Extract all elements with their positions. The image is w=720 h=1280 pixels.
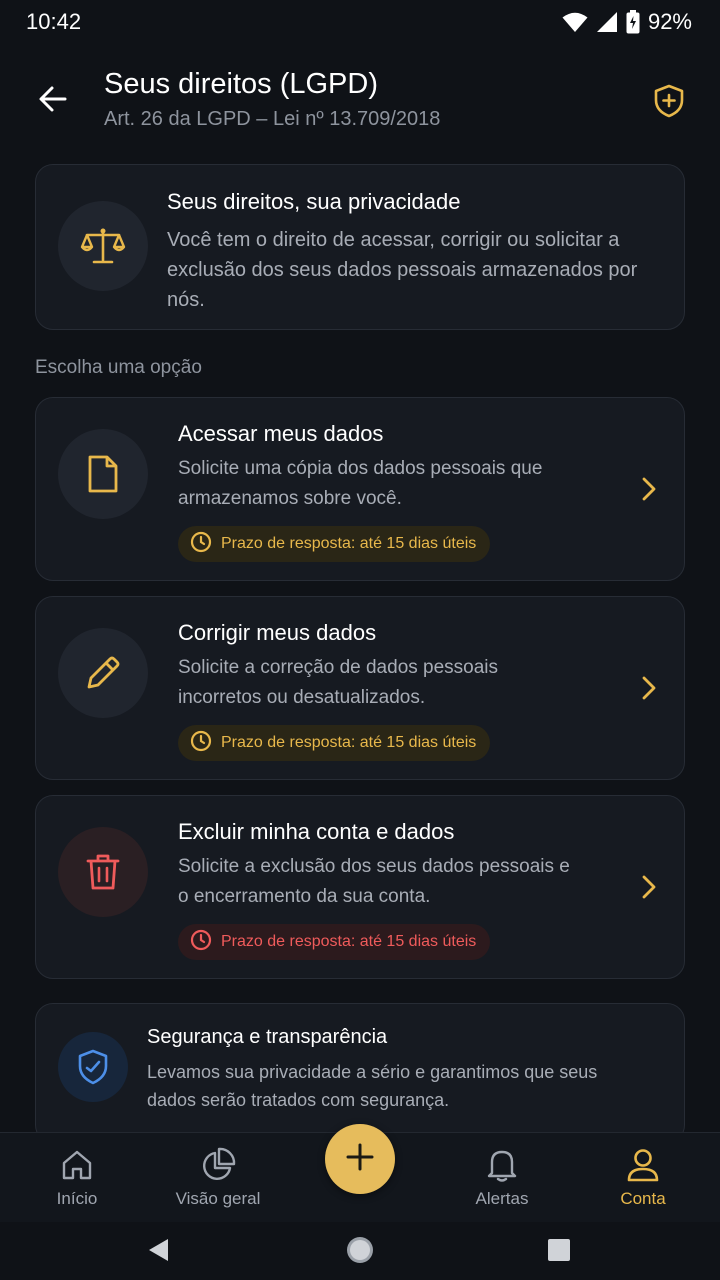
system-nav-bar <box>0 1222 720 1280</box>
battery-percent: 92% <box>647 9 692 34</box>
shield-plus-icon <box>646 78 692 124</box>
system-back-button[interactable] <box>138 1232 178 1272</box>
add-button[interactable] <box>325 1124 395 1194</box>
option-access-data[interactable]: Acessar meus dados Solicite uma cópia do… <box>35 397 685 581</box>
badge-text: Prazo de resposta: até 15 dias úteis <box>221 535 477 552</box>
section-label: Escolha uma opção <box>35 357 202 378</box>
intro-title: Seus direitos, sua privacidade <box>167 189 461 214</box>
nav-item-alerts[interactable]: Alertas <box>442 1133 562 1223</box>
badge-text: Prazo de resposta: até 15 dias úteis <box>221 734 477 751</box>
nav-item-home[interactable]: Início <box>17 1133 137 1223</box>
badge-text: Prazo de resposta: até 15 dias úteis <box>221 933 477 950</box>
arrow-left-icon <box>38 84 68 119</box>
page-title: Seus direitos (LGPD) <box>104 68 378 100</box>
back-button[interactable] <box>30 78 76 124</box>
scale-icon <box>58 201 148 291</box>
intro-card: Seus direitos, sua privacidade Você tem … <box>35 164 685 330</box>
nav-label: Alertas <box>475 1189 529 1208</box>
option-title: Excluir minha conta e dados <box>178 819 455 844</box>
home-icon <box>59 1147 95 1183</box>
trash-icon <box>58 827 148 917</box>
system-recents-button[interactable] <box>539 1232 579 1272</box>
clock-icon <box>190 531 212 558</box>
nav-item-account[interactable]: Conta <box>583 1133 703 1223</box>
pie-chart-icon <box>200 1147 236 1183</box>
security-card: Segurança e transparência Levamos sua pr… <box>35 1003 685 1143</box>
square-recents-icon <box>547 1238 571 1267</box>
status-time: 10:42 <box>26 9 82 34</box>
page-subtitle: Art. 26 da LGPD – Lei nº 13.709/2018 <box>104 108 441 130</box>
bell-icon <box>484 1147 520 1183</box>
chevron-right-icon <box>634 870 664 904</box>
clock-icon <box>190 730 212 757</box>
option-delete-account[interactable]: Excluir minha conta e dados Solicite a e… <box>35 795 685 979</box>
triangle-back-icon <box>146 1237 170 1268</box>
response-deadline-badge: Prazo de resposta: até 15 dias úteis <box>178 526 491 562</box>
response-deadline-badge: Prazo de resposta: até 15 dias úteis <box>178 725 491 761</box>
option-title: Acessar meus dados <box>178 421 384 446</box>
intro-text: Você tem o direito de acessar, corrigir … <box>167 229 638 311</box>
shield-check-icon <box>58 1032 128 1102</box>
nav-label: Início <box>56 1189 98 1208</box>
nav-label: Visão geral <box>175 1189 261 1208</box>
chevron-right-icon <box>634 472 664 506</box>
option-description: Solicite uma cópia dos dados pessoais qu… <box>178 458 543 509</box>
user-icon <box>625 1147 661 1183</box>
option-title: Corrigir meus dados <box>178 620 377 645</box>
status-icons: 92% <box>562 9 692 35</box>
response-deadline-badge: Prazo de resposta: até 15 dias úteis <box>178 924 491 960</box>
system-home-button[interactable] <box>340 1232 380 1272</box>
nav-label: Conta <box>620 1189 666 1208</box>
clock-icon <box>190 929 212 956</box>
nav-item-overview[interactable]: Visão geral <box>158 1133 278 1223</box>
status-bar: 10:42 92% <box>0 0 720 44</box>
security-text: Levamos sua privacidade a sério e garant… <box>147 1062 598 1110</box>
security-title: Segurança e transparência <box>147 1026 388 1048</box>
document-icon <box>58 429 148 519</box>
app-header: Seus direitos (LGPD) Art. 26 da LGPD – L… <box>0 62 720 142</box>
battery-icon <box>626 10 640 34</box>
option-description: Solicite a exclusão dos seus dados pesso… <box>178 856 570 907</box>
circle-home-icon <box>345 1235 375 1270</box>
option-correct-data[interactable]: Corrigir meus dados Solicite a correção … <box>35 596 685 780</box>
pencil-icon <box>58 628 148 718</box>
signal-icon <box>596 11 618 33</box>
option-description: Solicite a correção de dados pessoais in… <box>178 657 499 708</box>
plus-icon <box>345 1142 375 1177</box>
wifi-icon <box>562 11 588 33</box>
chevron-right-icon <box>634 671 664 705</box>
